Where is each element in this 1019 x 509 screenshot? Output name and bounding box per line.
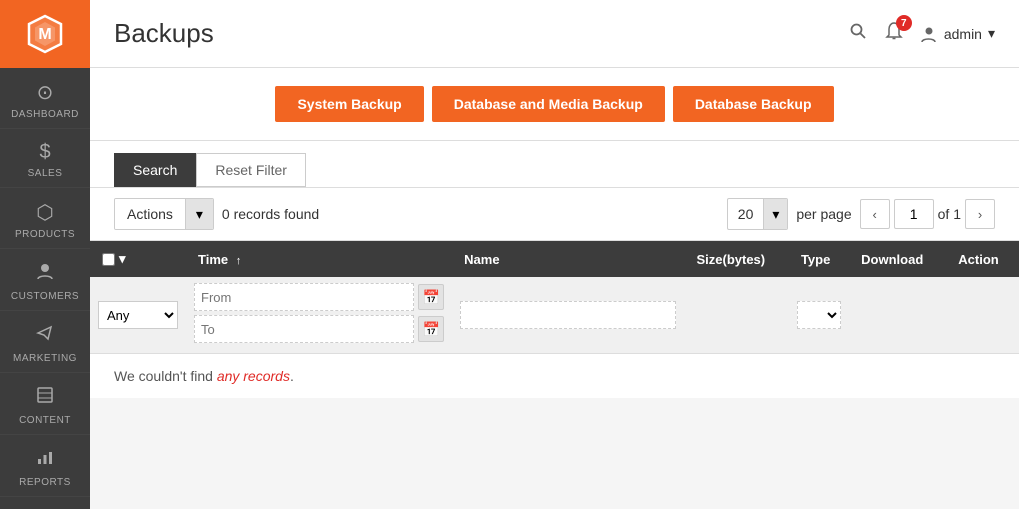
per-page-label: per page bbox=[796, 206, 851, 222]
table-filter-row: Any 📅 📅 bbox=[90, 277, 1019, 354]
th-time: Time ↑ bbox=[186, 241, 452, 277]
sales-icon: $ bbox=[39, 141, 50, 164]
toolbar-right: 20 ▾ per page ‹ of 1 › bbox=[727, 198, 995, 230]
filter-time-col: 📅 📅 bbox=[186, 277, 452, 354]
filter-checkbox-col: Any bbox=[90, 277, 186, 354]
action-buttons-bar: System Backup Database and Media Backup … bbox=[90, 68, 1019, 141]
filter-download-col bbox=[849, 277, 946, 354]
user-label: admin bbox=[944, 26, 982, 42]
actions-select[interactable]: Actions ▾ bbox=[114, 198, 214, 230]
search-tab[interactable]: Search bbox=[114, 153, 196, 187]
filter-type-col bbox=[789, 277, 849, 354]
per-page-select[interactable]: 20 ▾ bbox=[727, 198, 789, 230]
user-menu[interactable]: admin ▾ bbox=[920, 25, 995, 43]
table-header-row: ▾ Time ↑ Name Size(bytes) Type Download … bbox=[90, 241, 1019, 277]
pagination: ‹ of 1 › bbox=[860, 199, 995, 229]
no-records-highlight: any records bbox=[217, 368, 290, 384]
content-icon bbox=[35, 385, 55, 411]
th-name: Name bbox=[452, 241, 684, 277]
db-backup-button[interactable]: Database Backup bbox=[673, 86, 834, 122]
table-toolbar: Actions ▾ 0 records found 20 ▾ per page … bbox=[90, 188, 1019, 241]
from-date-wrap: 📅 bbox=[194, 283, 444, 311]
dashboard-icon: ⊙ bbox=[37, 80, 54, 105]
pagination-input[interactable] bbox=[894, 199, 934, 229]
reset-filter-button[interactable]: Reset Filter bbox=[196, 153, 306, 187]
sidebar-item-label: CUSTOMERS bbox=[11, 291, 79, 302]
sidebar-logo: M bbox=[0, 0, 90, 68]
th-type: Type bbox=[789, 241, 849, 277]
per-page-arrow[interactable]: ▾ bbox=[763, 199, 787, 229]
filter-action-col bbox=[946, 277, 1019, 354]
sidebar-item-dashboard[interactable]: ⊙ DASHBOARD bbox=[0, 68, 90, 129]
pagination-next[interactable]: › bbox=[965, 199, 995, 229]
filter-size-col bbox=[684, 277, 788, 354]
from-date-input[interactable] bbox=[194, 283, 414, 311]
th-size: Size(bytes) bbox=[684, 241, 788, 277]
from-calendar-icon[interactable]: 📅 bbox=[418, 284, 444, 310]
th-checkbox-arrow[interactable]: ▾ bbox=[119, 251, 126, 267]
select-all-checkbox[interactable] bbox=[102, 253, 115, 266]
filter-tabs: Search Reset Filter bbox=[114, 153, 995, 187]
actions-dropdown-arrow[interactable]: ▾ bbox=[185, 199, 213, 229]
records-count: 0 records found bbox=[222, 206, 319, 222]
pagination-prev[interactable]: ‹ bbox=[860, 199, 890, 229]
page-content: System Backup Database and Media Backup … bbox=[90, 68, 1019, 509]
sidebar-item-label: REPORTS bbox=[19, 477, 71, 488]
products-icon: ⬡ bbox=[36, 200, 53, 225]
th-action: Action bbox=[946, 241, 1019, 277]
topbar-right: 7 admin ▾ bbox=[848, 21, 995, 46]
sidebar-item-customers[interactable]: CUSTOMERS bbox=[0, 249, 90, 311]
search-icon[interactable] bbox=[848, 21, 868, 46]
notification-bell[interactable]: 7 bbox=[884, 21, 904, 46]
filter-name-col bbox=[452, 277, 684, 354]
page-title: Backups bbox=[114, 18, 214, 49]
system-backup-button[interactable]: System Backup bbox=[275, 86, 423, 122]
sidebar-item-label: SALES bbox=[28, 168, 63, 179]
th-download: Download bbox=[849, 241, 946, 277]
to-date-wrap: 📅 bbox=[194, 315, 444, 343]
marketing-icon bbox=[35, 323, 55, 349]
actions-label: Actions bbox=[115, 199, 185, 229]
sidebar-item-marketing[interactable]: MARKETING bbox=[0, 311, 90, 373]
name-filter-input[interactable] bbox=[460, 301, 676, 329]
per-page-value: 20 bbox=[728, 206, 764, 222]
sidebar-item-label: DASHBOARD bbox=[11, 109, 79, 120]
any-select[interactable]: Any bbox=[98, 301, 178, 329]
topbar: Backups 7 admin ▾ bbox=[90, 0, 1019, 68]
sidebar-item-products[interactable]: ⬡ PRODUCTS bbox=[0, 188, 90, 249]
sidebar-item-reports[interactable]: REPORTS bbox=[0, 435, 90, 497]
to-calendar-icon[interactable]: 📅 bbox=[418, 316, 444, 342]
sidebar-item-label: PRODUCTS bbox=[15, 229, 75, 240]
reports-icon bbox=[35, 447, 55, 473]
to-date-input[interactable] bbox=[194, 315, 414, 343]
pagination-total: of 1 bbox=[938, 206, 961, 222]
customers-icon bbox=[35, 261, 55, 287]
main-content: Backups 7 admin ▾ System Backup Database… bbox=[90, 0, 1019, 509]
sidebar-item-sales[interactable]: $ SALES bbox=[0, 129, 90, 188]
sidebar-item-content[interactable]: CONTENT bbox=[0, 373, 90, 435]
notification-badge: 7 bbox=[896, 15, 912, 31]
sidebar-item-label: MARKETING bbox=[13, 353, 77, 364]
filter-area: Search Reset Filter bbox=[90, 141, 1019, 188]
sidebar-item-label: CONTENT bbox=[19, 415, 71, 426]
toolbar-left: Actions ▾ 0 records found bbox=[114, 198, 319, 230]
th-checkbox: ▾ bbox=[90, 241, 186, 277]
db-media-backup-button[interactable]: Database and Media Backup bbox=[432, 86, 665, 122]
svg-text:M: M bbox=[38, 26, 51, 43]
time-sort-arrow[interactable]: ↑ bbox=[236, 255, 242, 267]
no-records-cell: We couldn't find any records. bbox=[90, 354, 1019, 399]
no-records-prefix: We couldn't find bbox=[114, 368, 217, 384]
type-select-wrap[interactable] bbox=[797, 301, 841, 329]
type-select-input[interactable] bbox=[798, 302, 840, 328]
sidebar: M ⊙ DASHBOARD $ SALES ⬡ PRODUCTS CUSTOME… bbox=[0, 0, 90, 509]
any-select-input[interactable]: Any bbox=[99, 302, 177, 328]
user-dropdown-arrow: ▾ bbox=[988, 25, 995, 42]
no-records-row: We couldn't find any records. bbox=[90, 354, 1019, 399]
data-table: ▾ Time ↑ Name Size(bytes) Type Download … bbox=[90, 241, 1019, 398]
no-records-suffix: . bbox=[290, 368, 294, 384]
